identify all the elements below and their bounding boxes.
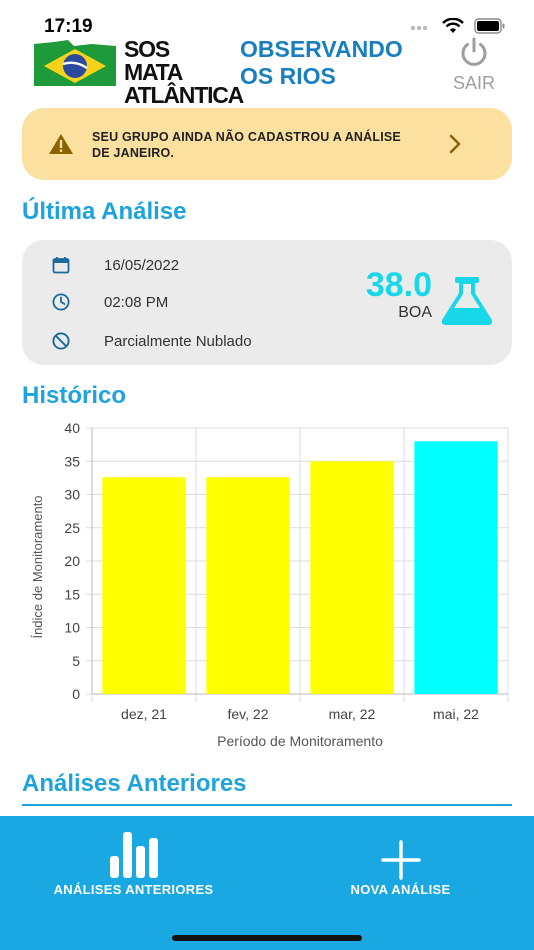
score-value: 38.0 [365, 266, 432, 304]
logo-line-2: ATLÂNTICA [124, 82, 244, 108]
chart-x-tick-label: mai, 22 [433, 706, 479, 722]
history-chart: 0 5 10 15 20 25 30 35 40 dez, 21 fev, 22 mar, 22 ma… [20, 418, 520, 758]
alert-message: SEU GRUPO AINDA NÃO CADASTROU A ANÁLISE … [92, 129, 462, 161]
nav-previous-analyses[interactable]: ANÁLISES ANTERIORES [0, 816, 267, 916]
bottom-nav: ANÁLISES ANTERIORES NOVA ANÁLISE [0, 816, 534, 950]
logout-button[interactable]: SAIR [444, 36, 504, 94]
brazil-flag-logo [34, 40, 116, 86]
cancel-circle-icon [50, 330, 72, 352]
chart-y-tick-label: 10 [64, 620, 80, 636]
plus-icon [381, 840, 421, 880]
analysis-date: 16/05/2022 [104, 256, 180, 274]
logout-label: SAIR [452, 73, 495, 93]
app-title: OBSERVANDO OS RIOS [240, 36, 440, 90]
chart-y-tick-label: 35 [64, 453, 80, 469]
nav-previous-label: ANÁLISES ANTERIORES [53, 882, 214, 897]
chart-x-tick-label: mar, 22 [329, 706, 376, 722]
app-title-line-1: OBSERVANDO [240, 36, 403, 62]
last-analysis-title: Última Análise [22, 198, 187, 225]
clock-icon [50, 291, 72, 313]
alert-line-2: DE JANEIRO. [92, 146, 175, 160]
chart-bar [102, 477, 186, 694]
last-analysis-card[interactable]: 16/05/2022 02:08 PM Parcialmente Nublado… [22, 240, 512, 365]
chart-y-tick-label: 20 [64, 553, 80, 569]
quality-label: BOA [398, 304, 432, 321]
chart-y-tick-label: 25 [64, 520, 80, 536]
chart-y-tick-label: 0 [72, 686, 80, 702]
chart-bar [310, 461, 394, 694]
time-row: 02:08 PM [50, 291, 168, 313]
chart-y-axis-label: Índice de Monitoramento [30, 495, 45, 638]
home-indicator [172, 935, 362, 941]
section-divider [22, 804, 512, 806]
logo-line-1: SOS MATA [124, 36, 183, 85]
chart-y-tick-label: 30 [64, 487, 80, 503]
alert-line-1: SEU GRUPO AINDA NÃO CADASTROU A ANÁLISE [92, 130, 401, 144]
nav-new-analysis[interactable]: NOVA ANÁLISE [267, 816, 534, 916]
signal-icon [410, 20, 432, 38]
weather-row: Parcialmente Nublado [50, 330, 252, 352]
app-title-line-2: OS RIOS [240, 63, 336, 89]
power-icon [461, 37, 487, 66]
history-chart-svg: 0 5 10 15 20 25 30 35 40 dez, 21 fev, 22 mar, 22 ma… [30, 420, 509, 749]
calendar-icon [50, 254, 72, 276]
analysis-time: 02:08 PM [104, 293, 169, 311]
logo-text: SOS MATA ATLÂNTICA [124, 36, 244, 108]
date-row: 16/05/2022 [50, 254, 179, 276]
chart-bar [414, 441, 498, 694]
history-title: Histórico [22, 382, 127, 409]
previous-analyses-title: Análises Anteriores [22, 770, 247, 797]
chart-x-tick-label: fev, 22 [228, 706, 269, 722]
chart-x-tick-label: dez, 21 [121, 706, 167, 722]
chart-bar [206, 477, 290, 694]
status-time: 17:19 [44, 16, 93, 37]
chart-y-tick-label: 40 [64, 420, 80, 436]
chevron-right-icon [448, 134, 462, 159]
flask-icon [440, 276, 494, 331]
analysis-weather: Parcialmente Nublado [104, 332, 252, 350]
nav-new-label: NOVA ANÁLISE [350, 882, 451, 897]
pending-analysis-alert[interactable]: SEU GRUPO AINDA NÃO CADASTROU A ANÁLISE … [22, 108, 512, 180]
chart-x-axis-label: Período de Monitoramento [217, 733, 383, 749]
status-bar: 17:19 [0, 0, 534, 40]
bar-chart-icon [110, 832, 158, 878]
warning-icon [48, 133, 74, 160]
score-block: 38.0 BOA [346, 266, 432, 322]
chart-y-tick-label: 15 [64, 586, 80, 602]
chart-y-tick-label: 5 [72, 653, 80, 669]
